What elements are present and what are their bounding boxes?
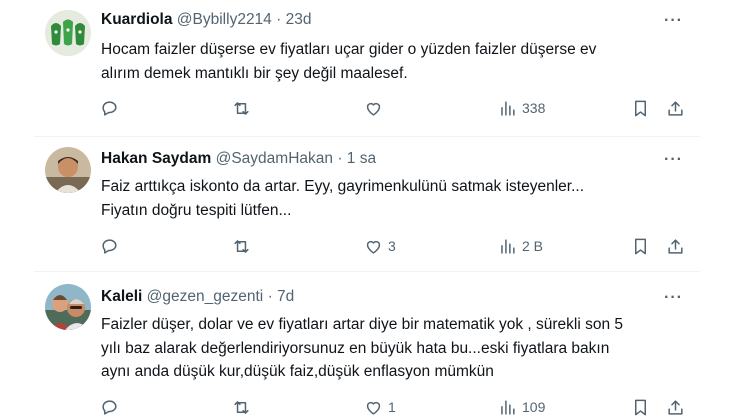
like-button[interactable]: 1 <box>364 396 396 418</box>
action-bar: 3 2 B <box>100 235 690 257</box>
timestamp[interactable]: 7d <box>277 288 294 305</box>
like-button[interactable]: 3 <box>364 235 396 257</box>
author-handle[interactable]: @SaydamHakan <box>216 150 333 167</box>
retweet-button[interactable] <box>232 97 256 119</box>
avatar[interactable] <box>45 147 91 193</box>
bookmark-button[interactable] <box>631 97 650 119</box>
views-icon <box>501 238 515 254</box>
share-button[interactable] <box>666 97 685 119</box>
tweet-2[interactable]: Hakan Saydam @SaydamHakan · 1 sa ··· Fai… <box>0 137 700 272</box>
separator: · <box>337 150 343 167</box>
tweet-text-line: alırım demek mantıklı bir şey değil maal… <box>101 64 408 82</box>
reply-icon <box>102 238 117 254</box>
tweet-text: Hocam faizler düşerse ev fiyatları uçar … <box>101 38 686 85</box>
bookmark-button[interactable] <box>631 235 650 257</box>
author-name[interactable]: Kaleli <box>101 288 142 305</box>
avatar[interactable] <box>45 284 91 330</box>
bookmark-button[interactable] <box>631 396 650 418</box>
like-icon <box>366 401 381 415</box>
action-bar: 1 109 <box>100 396 690 418</box>
tweet-3[interactable]: Kaleli @gezen_gezenti · 7d ··· Faizler d… <box>0 272 700 420</box>
retweet-icon <box>234 239 249 253</box>
like-icon <box>366 102 381 116</box>
tweet-text: Faizler düşer, dolar ve ev fiyatları art… <box>101 313 686 384</box>
views-icon <box>501 100 515 116</box>
separator: · <box>276 11 282 28</box>
reply-button[interactable] <box>100 97 124 119</box>
more-icon[interactable]: ··· <box>664 152 683 168</box>
views-icon <box>501 399 515 415</box>
avatar[interactable] <box>45 10 91 56</box>
tweet-1[interactable]: Kuardiola @Bybilly2214 · 23d ··· Hocam f… <box>0 0 700 135</box>
bookmark-icon <box>634 399 647 415</box>
tweet-text-line: Hocam faizler düşerse ev fiyatları uçar … <box>101 41 597 58</box>
tweet-header: Kuardiola @Bybilly2214 · 23d <box>101 10 311 30</box>
retweet-icon <box>234 101 249 115</box>
reply-icon <box>102 100 117 116</box>
action-bar: 338 <box>100 97 690 119</box>
bookmark-icon <box>634 100 647 116</box>
tweet-text: Faiz arttıkça iskonto da artar. Eyy, gay… <box>101 175 686 222</box>
tweet-header: Hakan Saydam @SaydamHakan · 1 sa <box>101 149 376 169</box>
views-button[interactable]: 109 <box>498 396 545 418</box>
reply-icon <box>102 399 117 415</box>
share-button[interactable] <box>666 235 685 257</box>
retweet-button[interactable] <box>232 396 256 418</box>
share-icon <box>668 100 683 116</box>
share-icon <box>668 399 683 415</box>
views-button[interactable]: 338 <box>498 97 545 119</box>
avatar-image <box>45 10 91 56</box>
tweet-header: Kaleli @gezen_gezenti · 7d <box>101 287 294 307</box>
view-count: 109 <box>522 399 546 415</box>
author-name[interactable]: Hakan Saydam <box>101 150 211 167</box>
views-button[interactable]: 2 B <box>498 235 543 257</box>
timestamp[interactable]: 1 sa <box>347 150 376 167</box>
view-count: 2 B <box>522 238 544 254</box>
retweet-icon <box>234 400 249 414</box>
reply-button[interactable] <box>100 235 124 257</box>
retweet-button[interactable] <box>232 235 256 257</box>
tweet-text-line: Faiz arttıkça iskonto da artar. Eyy, gay… <box>101 178 585 195</box>
author-name[interactable]: Kuardiola <box>101 11 172 28</box>
more-icon[interactable]: ··· <box>664 13 683 29</box>
like-count: 1 <box>388 399 396 415</box>
avatar-image <box>45 147 91 193</box>
author-handle[interactable]: @Bybilly2214 <box>177 11 272 28</box>
like-count: 3 <box>388 238 396 254</box>
like-icon <box>366 240 381 254</box>
separator: · <box>267 288 273 305</box>
more-icon[interactable]: ··· <box>664 290 683 306</box>
like-button[interactable] <box>364 97 388 119</box>
share-icon <box>668 238 683 254</box>
timestamp[interactable]: 23d <box>286 11 312 28</box>
avatar-image <box>45 284 91 330</box>
share-button[interactable] <box>666 396 685 418</box>
tweet-text-line: Faizler düşer, dolar ve ev fiyatları art… <box>101 316 624 333</box>
tweet-text-line: Fiyatın doğru tespiti lütfen... <box>101 201 292 219</box>
tweet-text-line: yılı baz alarak değerlendiriyorsunuz en … <box>101 339 610 357</box>
tweet-text-line: aynı anda düşük kur,düşük faiz,düşük enf… <box>101 363 494 380</box>
reply-button[interactable] <box>100 396 124 418</box>
bookmark-icon <box>634 238 647 254</box>
author-handle[interactable]: @gezen_gezenti <box>147 288 264 305</box>
